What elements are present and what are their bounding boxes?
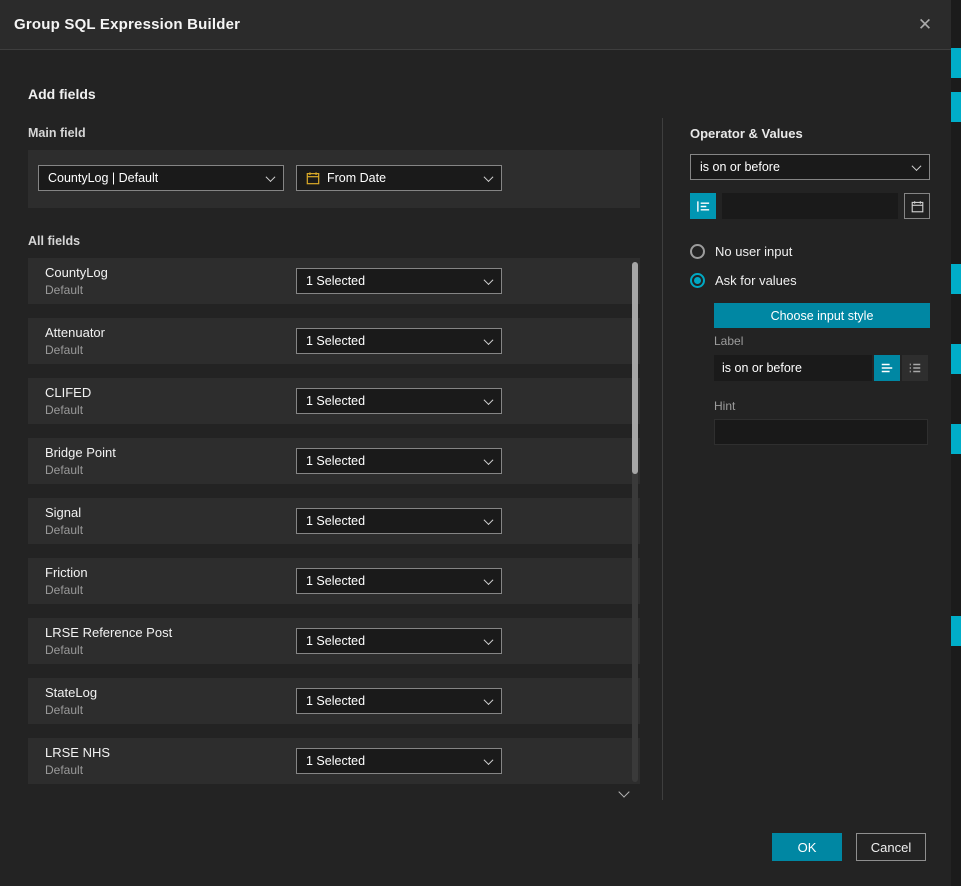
layer-select[interactable]: CountyLog | Default	[38, 165, 284, 191]
chevron-down-icon	[484, 455, 494, 465]
label-row	[714, 355, 928, 381]
vertical-divider	[662, 118, 663, 800]
label-input[interactable]	[714, 355, 872, 381]
field-row: Bridge Point Default 1 Selected	[28, 438, 640, 484]
chevron-down-icon	[484, 635, 494, 645]
field-row: StateLog Default 1 Selected	[28, 678, 640, 724]
background-accent-fragment	[951, 264, 961, 294]
chevron-down-icon	[484, 695, 494, 705]
date-picker-button[interactable]	[904, 193, 930, 219]
chevron-down-icon	[484, 335, 494, 345]
main-field-panel: CountyLog | Default From Date	[28, 150, 640, 208]
background-accent-fragment	[951, 616, 961, 646]
scrollbar-thumb[interactable]	[632, 262, 638, 474]
field-selected-dropdown[interactable]: 1 Selected	[296, 628, 502, 654]
dialog-title: Group SQL Expression Builder	[14, 0, 240, 50]
bulleted-list-icon	[908, 361, 922, 375]
set-from-field-button[interactable]	[690, 193, 716, 219]
chevron-down-icon	[484, 395, 494, 405]
date-field-value: From Date	[327, 171, 386, 185]
hint-input-wrap	[714, 419, 928, 445]
chevron-down-icon	[484, 275, 494, 285]
radio-label: No user input	[715, 244, 792, 259]
field-row: Friction Default 1 Selected	[28, 558, 640, 604]
scroll-more-chevron-icon	[618, 786, 629, 797]
ok-button[interactable]: OK	[772, 833, 842, 861]
field-selected-dropdown[interactable]: 1 Selected	[296, 568, 502, 594]
field-row: CountyLog Default 1 Selected	[28, 258, 640, 304]
label-field-label: Label	[714, 334, 743, 348]
calendar-icon	[911, 200, 924, 213]
scrollbar-track[interactable]	[632, 262, 638, 782]
field-row: LRSE NHS Default 1 Selected	[28, 738, 640, 784]
chevron-down-icon	[484, 575, 494, 585]
field-selected-dropdown[interactable]: 1 Selected	[296, 688, 502, 714]
layer-select-value: CountyLog | Default	[48, 171, 158, 185]
operator-values-heading: Operator & Values	[690, 126, 803, 141]
field-selected-value: 1 Selected	[306, 694, 365, 708]
operator-select-value: is on or before	[700, 160, 780, 174]
background-accent-fragment	[951, 424, 961, 454]
group-sql-expression-builder-dialog: Group SQL Expression Builder ✕ Add field…	[0, 0, 951, 886]
background-accent-fragment	[951, 92, 961, 122]
align-left-icon	[880, 361, 894, 375]
dialog-footer: OK Cancel	[772, 833, 926, 861]
field-selected-value: 1 Selected	[306, 634, 365, 648]
radio-unchecked-icon	[690, 244, 705, 259]
background-accent-fragment	[951, 344, 961, 374]
field-selected-value: 1 Selected	[306, 394, 365, 408]
field-selected-dropdown[interactable]: 1 Selected	[296, 268, 502, 294]
hint-input[interactable]	[714, 419, 928, 445]
operator-select[interactable]: is on or before	[690, 154, 930, 180]
chevron-down-icon	[484, 515, 494, 525]
field-selected-dropdown[interactable]: 1 Selected	[296, 748, 502, 774]
value-input[interactable]	[722, 193, 898, 219]
hint-field-label: Hint	[714, 399, 735, 413]
all-fields-list: CountyLog Default 1 Selected Attenuator …	[28, 258, 640, 798]
radio-no-user-input[interactable]: No user input	[690, 244, 792, 259]
main-field-label: Main field	[28, 126, 86, 140]
field-selected-value: 1 Selected	[306, 334, 365, 348]
chevron-down-icon	[912, 161, 922, 171]
radio-checked-icon	[690, 273, 705, 288]
background-accent-fragment	[951, 48, 961, 78]
value-input-wrap	[722, 193, 898, 219]
field-selected-value: 1 Selected	[306, 754, 365, 768]
list-style-button[interactable]	[902, 355, 928, 381]
radio-label: Ask for values	[715, 273, 797, 288]
date-field-select[interactable]: From Date	[296, 165, 502, 191]
single-line-style-button[interactable]	[874, 355, 900, 381]
radio-ask-for-values[interactable]: Ask for values	[690, 273, 797, 288]
field-row: Attenuator Default 1 Selected	[28, 318, 640, 364]
field-selected-value: 1 Selected	[306, 514, 365, 528]
field-selected-value: 1 Selected	[306, 454, 365, 468]
field-row: CLIFED Default 1 Selected	[28, 378, 640, 424]
field-row: Signal Default 1 Selected	[28, 498, 640, 544]
chevron-down-icon	[484, 755, 494, 765]
all-fields-label: All fields	[28, 234, 80, 248]
value-row	[690, 193, 930, 219]
calendar-icon	[306, 171, 320, 185]
background-app-edge	[951, 0, 961, 886]
field-selected-value: 1 Selected	[306, 274, 365, 288]
field-selected-dropdown[interactable]: 1 Selected	[296, 328, 502, 354]
field-selected-value: 1 Selected	[306, 574, 365, 588]
set-from-field-icon	[696, 199, 711, 214]
cancel-button[interactable]: Cancel	[856, 833, 926, 861]
choose-input-style-button[interactable]: Choose input style	[714, 303, 930, 328]
field-selected-dropdown[interactable]: 1 Selected	[296, 388, 502, 414]
operator-values-panel: Operator & Values is on or before	[690, 0, 930, 886]
chevron-down-icon	[484, 172, 494, 182]
field-selected-dropdown[interactable]: 1 Selected	[296, 508, 502, 534]
field-row: LRSE Reference Post Default 1 Selected	[28, 618, 640, 664]
chevron-down-icon	[266, 172, 276, 182]
add-fields-heading: Add fields	[28, 86, 96, 102]
field-selected-dropdown[interactable]: 1 Selected	[296, 448, 502, 474]
